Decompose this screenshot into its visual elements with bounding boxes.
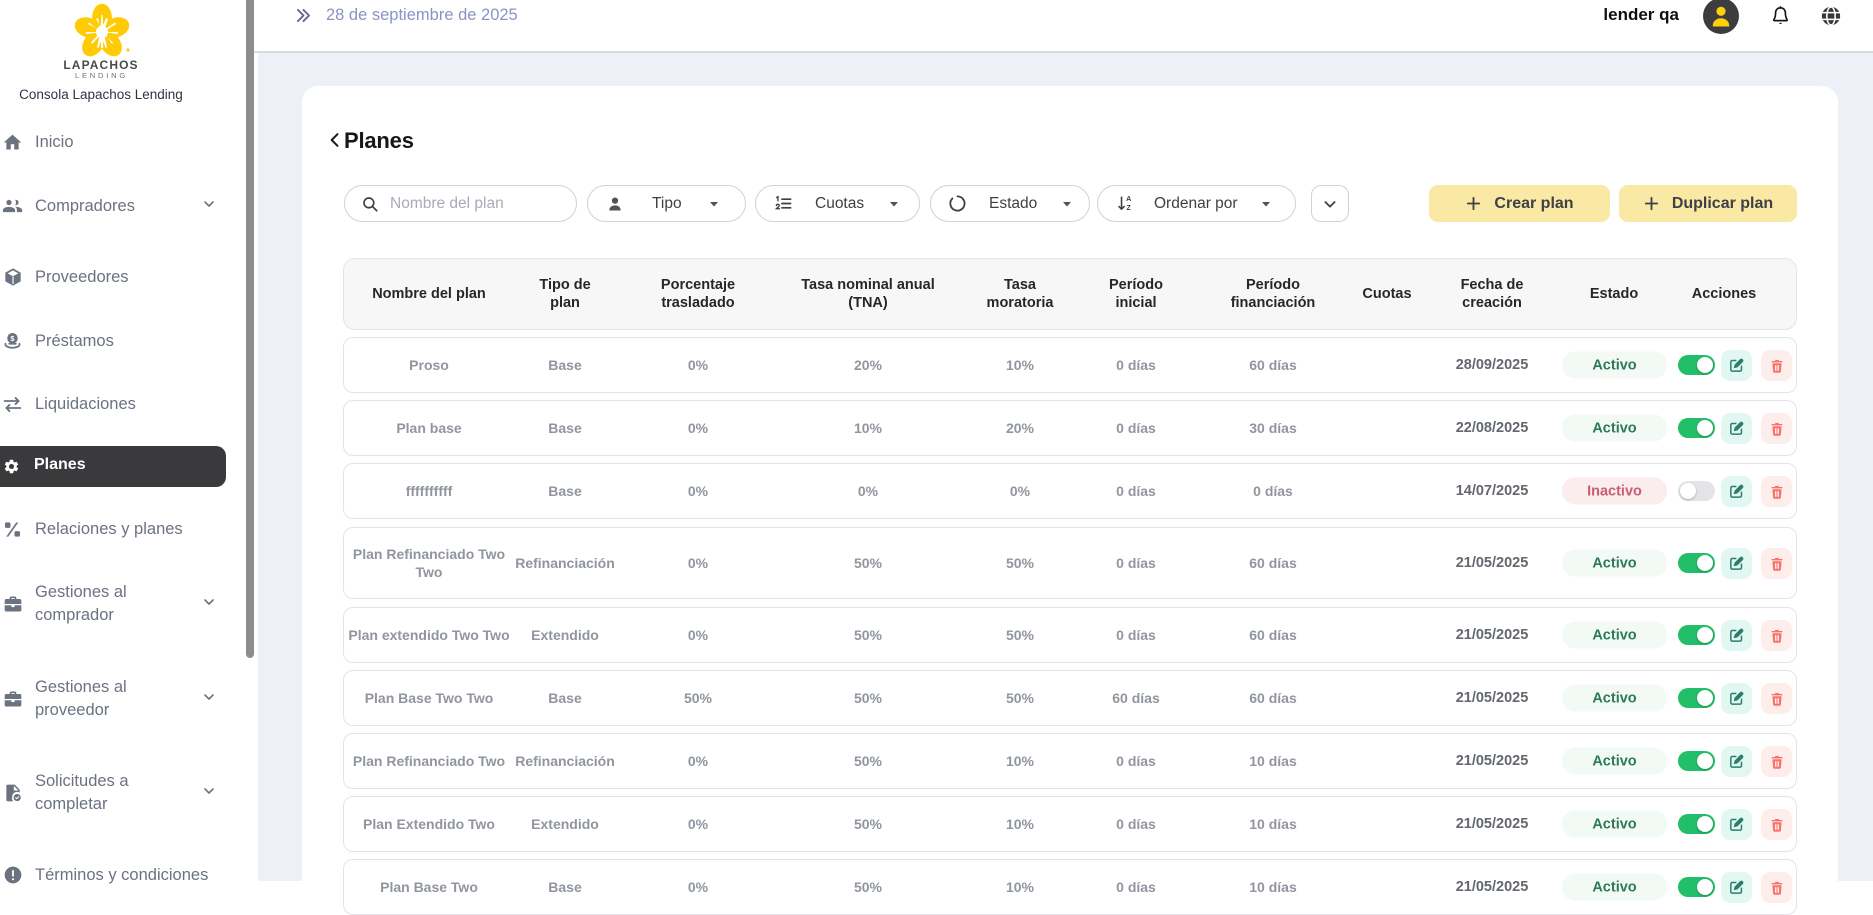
svg-text:A: A — [1126, 195, 1131, 203]
svg-text:Z: Z — [1126, 204, 1131, 212]
